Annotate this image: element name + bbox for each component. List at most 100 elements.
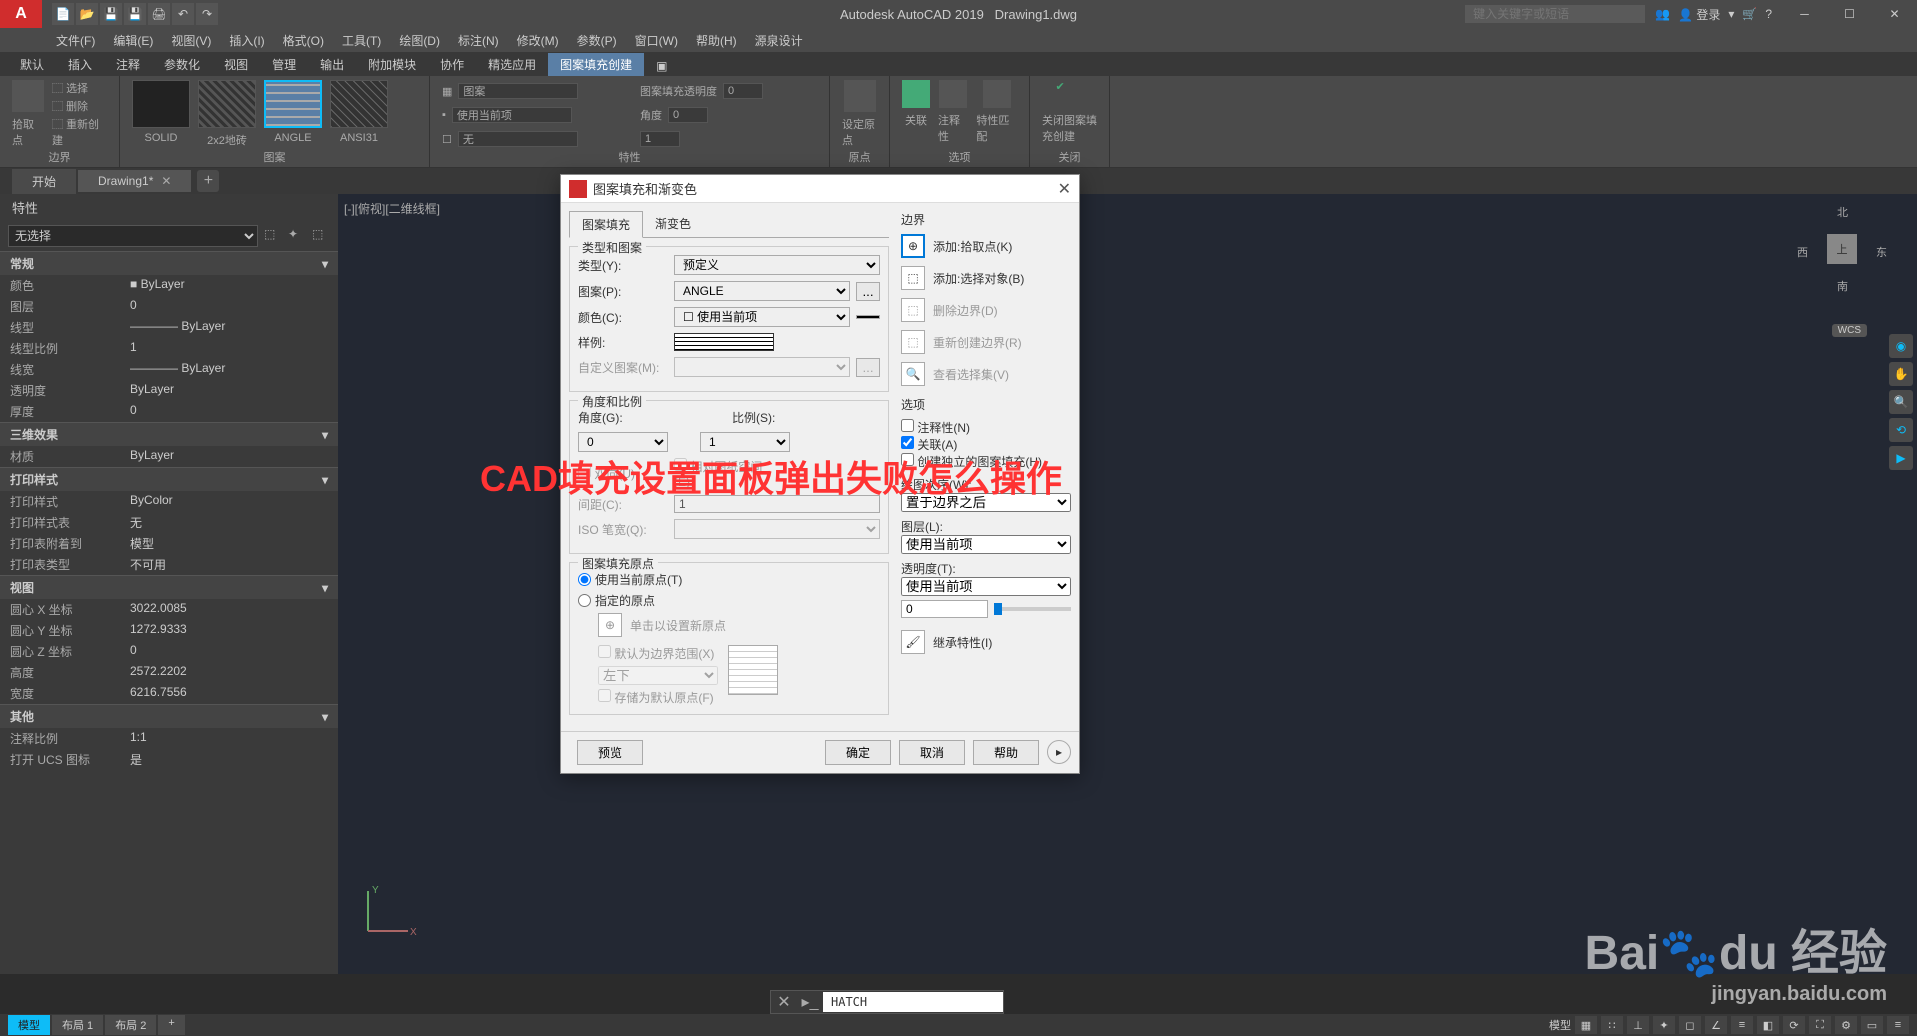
ok-button[interactable]: 确定: [825, 740, 891, 765]
selection-dropdown[interactable]: 无选择: [8, 225, 258, 247]
menu-file[interactable]: 文件(F): [50, 30, 101, 51]
pattern-select[interactable]: ANGLE: [674, 281, 850, 301]
menu-edit[interactable]: 编辑(E): [107, 30, 159, 51]
origin-specify-radio[interactable]: [578, 594, 591, 607]
props-value[interactable]: ———— ByLayer: [130, 319, 328, 336]
qat-save-icon[interactable]: 💾: [100, 3, 122, 25]
exchange-icon[interactable]: ▾: [1728, 7, 1734, 21]
type-select[interactable]: 预定义: [674, 255, 880, 275]
pan-icon[interactable]: ✋: [1889, 362, 1913, 386]
associative-check[interactable]: [901, 436, 914, 449]
add-pick-button[interactable]: ⊕添加:拾取点(K): [901, 234, 1071, 258]
props-row[interactable]: 颜色■ ByLayer: [0, 275, 338, 296]
props-value[interactable]: 1:1: [130, 730, 328, 747]
viewport-label[interactable]: [-][俯视][二维线框]: [344, 200, 440, 217]
remove-boundary[interactable]: ⬚ 删除: [52, 98, 107, 114]
annoscale-icon[interactable]: ⛶: [1809, 1016, 1831, 1034]
props-value[interactable]: ByLayer: [130, 382, 328, 399]
transparency-select[interactable]: 使用当前项: [901, 577, 1071, 596]
origin-current-radio[interactable]: [578, 573, 591, 586]
model-label[interactable]: 模型: [1549, 1017, 1571, 1033]
assoc-button[interactable]: 关联: [902, 80, 930, 128]
quick-select-icon[interactable]: ⬚: [264, 227, 282, 245]
props-row[interactable]: 注释比例1:1: [0, 728, 338, 749]
props-value[interactable]: 1: [130, 340, 328, 357]
props-row[interactable]: 材质ByLayer: [0, 446, 338, 467]
ribbon-tab-extra[interactable]: ▣: [644, 56, 679, 76]
angle-select[interactable]: 0: [578, 432, 668, 452]
select-obj-icon[interactable]: ✦: [288, 227, 306, 245]
props-row[interactable]: 圆心 Z 坐标0: [0, 641, 338, 662]
pattern-browse[interactable]: ...: [856, 282, 880, 301]
menu-format[interactable]: 格式(O): [277, 30, 330, 51]
props-section-header[interactable]: 视图▾: [0, 576, 338, 599]
qat-open-icon[interactable]: 📂: [76, 3, 98, 25]
maximize-button[interactable]: ☐: [1827, 0, 1872, 28]
pattern-solid[interactable]: SOLID: [132, 80, 190, 144]
start-tab[interactable]: 开始: [12, 169, 76, 194]
menu-tools[interactable]: 工具(T): [336, 30, 387, 51]
props-value[interactable]: ■ ByLayer: [130, 277, 328, 294]
props-value[interactable]: 是: [130, 751, 328, 768]
dialog-close-button[interactable]: ✕: [1058, 179, 1071, 199]
props-row[interactable]: 图层0: [0, 296, 338, 317]
recreate-boundary[interactable]: ⬚ 重新创建: [52, 116, 107, 148]
dialog-titlebar[interactable]: 图案填充和渐变色 ✕: [561, 175, 1079, 203]
props-row[interactable]: 高度2572.2202: [0, 662, 338, 683]
ribbon-tab-addins[interactable]: 附加模块: [356, 53, 428, 76]
color-swatch[interactable]: [856, 315, 880, 319]
cancel-button[interactable]: 取消: [899, 740, 965, 765]
props-value[interactable]: 无: [130, 514, 328, 531]
pattern-angle[interactable]: ANGLE: [264, 80, 322, 144]
grid-icon[interactable]: ▦: [1575, 1016, 1597, 1034]
hatch-color-input[interactable]: [452, 107, 572, 123]
ribbon-tab-insert[interactable]: 插入: [56, 53, 104, 76]
drawing-tab[interactable]: Drawing1*✕: [78, 170, 191, 192]
props-value[interactable]: 模型: [130, 535, 328, 552]
ribbon-tab-manage[interactable]: 管理: [260, 53, 308, 76]
color-select[interactable]: ☐ 使用当前项: [674, 307, 850, 327]
nav-wheel-icon[interactable]: ◉: [1889, 334, 1913, 358]
ortho-icon[interactable]: ⊥: [1627, 1016, 1649, 1034]
qat-new-icon[interactable]: 📄: [52, 3, 74, 25]
ribbon-tab-default[interactable]: 默认: [8, 53, 56, 76]
props-row[interactable]: 线型———— ByLayer: [0, 317, 338, 338]
otrack-icon[interactable]: ∠: [1705, 1016, 1727, 1034]
tab-hatch[interactable]: 图案填充: [569, 211, 643, 238]
ribbon-tab-collab[interactable]: 协作: [428, 53, 476, 76]
props-row[interactable]: 宽度6216.7556: [0, 683, 338, 704]
ribbon-tab-view[interactable]: 视图: [212, 53, 260, 76]
props-section-header[interactable]: 打印样式▾: [0, 468, 338, 491]
ribbon-tab-parametric[interactable]: 参数化: [152, 53, 212, 76]
qat-redo-icon[interactable]: ↷: [196, 3, 218, 25]
showmotion-icon[interactable]: ▶: [1889, 446, 1913, 470]
customize-icon[interactable]: ≡: [1887, 1016, 1909, 1034]
menu-dimension[interactable]: 标注(N): [452, 30, 505, 51]
pattern-type-input[interactable]: [458, 83, 578, 99]
layout2-tab[interactable]: 布局 2: [105, 1015, 156, 1035]
viewcube-east[interactable]: 东: [1876, 244, 1887, 260]
props-row[interactable]: 圆心 Y 坐标1272.9333: [0, 620, 338, 641]
set-origin-button[interactable]: 设定原点: [842, 80, 877, 148]
preview-button[interactable]: 预览: [577, 740, 643, 765]
props-section-header[interactable]: 其他▾: [0, 705, 338, 728]
props-section-header[interactable]: 三维效果▾: [0, 423, 338, 446]
annot-button[interactable]: 注释性: [938, 80, 968, 144]
qat-undo-icon[interactable]: ↶: [172, 3, 194, 25]
menu-yuanquan[interactable]: 源泉设计: [749, 30, 809, 51]
qat-print-icon[interactable]: 🖨: [148, 3, 170, 25]
viewcube-south[interactable]: 南: [1837, 278, 1848, 294]
props-row[interactable]: 打印样式表无: [0, 512, 338, 533]
orbit-icon[interactable]: ⟲: [1889, 418, 1913, 442]
scale-input[interactable]: [640, 131, 680, 147]
clean-icon[interactable]: ▭: [1861, 1016, 1883, 1034]
props-value[interactable]: 0: [130, 643, 328, 660]
props-row[interactable]: 打印表类型不可用: [0, 554, 338, 575]
viewcube-north[interactable]: 北: [1837, 204, 1848, 220]
ribbon-tab-output[interactable]: 输出: [308, 53, 356, 76]
props-row[interactable]: 打开 UCS 图标是: [0, 749, 338, 770]
ribbon-tab-hatch[interactable]: 图案填充创建: [548, 53, 644, 76]
menu-view[interactable]: 视图(V): [165, 30, 217, 51]
viewcube[interactable]: 北 西 东 南 上: [1797, 204, 1887, 294]
tab-close-icon[interactable]: ✕: [161, 174, 171, 188]
